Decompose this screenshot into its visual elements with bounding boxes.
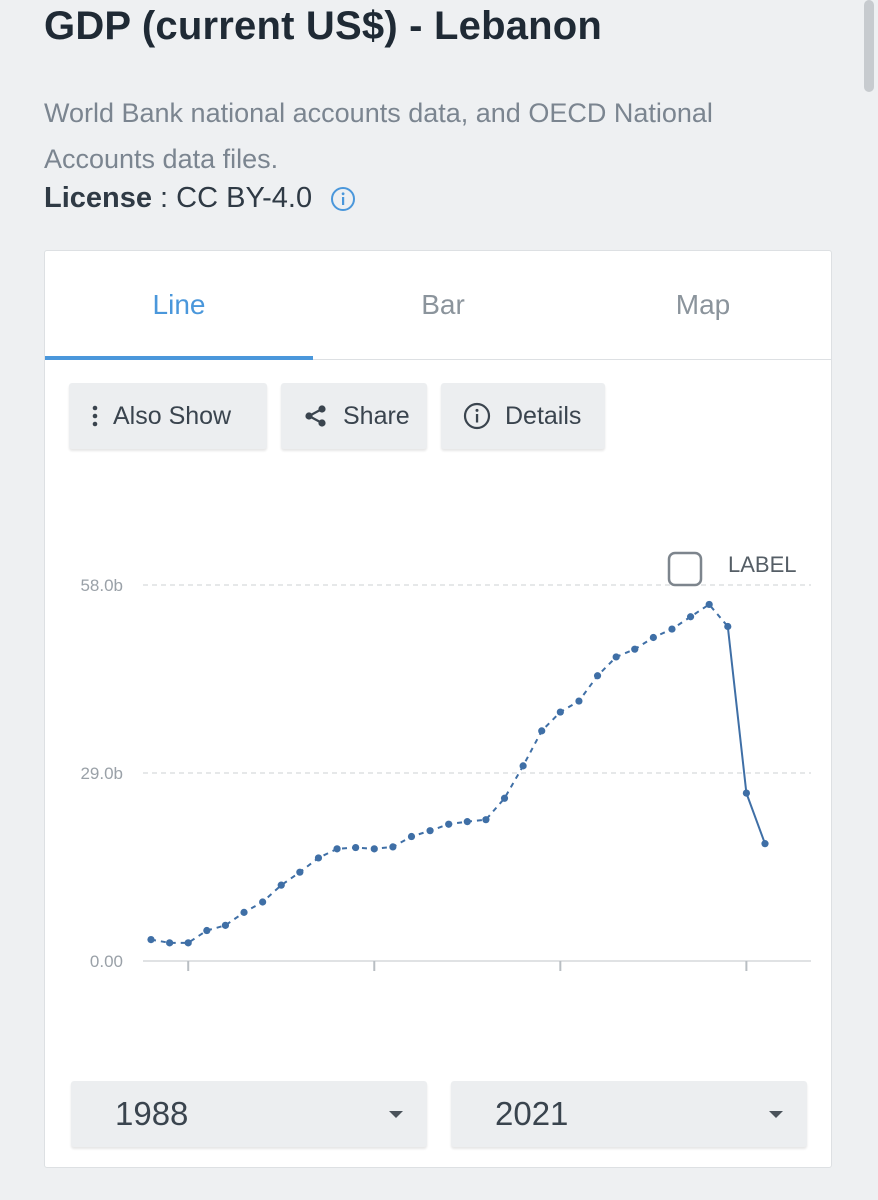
data-point (352, 843, 360, 852)
data-point (649, 633, 657, 642)
y-tick-label: 58.0b (80, 576, 123, 595)
y-tick-label: 29.0b (80, 764, 123, 783)
chevron-down-icon (769, 1111, 783, 1118)
data-point (221, 921, 230, 929)
series-line-solid (726, 626, 766, 845)
data-point (742, 789, 750, 797)
data-point (556, 708, 564, 716)
data-point (184, 939, 192, 947)
page-title: GDP (current US$) - Lebanon (44, 4, 603, 48)
line-chart: 0.00 29.0b 58.0b LABEL (80, 551, 811, 971)
chart-card: Line Bar Map Also Show Share Details 0.0… (44, 250, 832, 1168)
license-row: License : CC BY-4.0 (44, 182, 356, 215)
data-point (631, 645, 639, 653)
data-point (463, 818, 471, 826)
license-label: License (44, 182, 152, 214)
data-point (166, 939, 174, 947)
data-point (296, 868, 304, 876)
license-value: CC BY-4.0 (176, 182, 313, 214)
label-toggle[interactable]: LABEL (667, 551, 797, 587)
data-point (575, 697, 583, 705)
end-year-select[interactable]: 2021 (451, 1081, 807, 1147)
data-point (370, 845, 378, 853)
data-point (705, 600, 713, 609)
data-point (333, 845, 341, 853)
label-toggle-text: LABEL (728, 552, 797, 577)
data-point (389, 843, 397, 851)
data-point (314, 854, 323, 862)
data-point (761, 840, 769, 848)
data-point (240, 908, 248, 916)
data-point (426, 827, 434, 835)
data-point (445, 820, 453, 828)
data-point (500, 794, 509, 802)
data-point (259, 898, 267, 906)
data-point (538, 727, 546, 735)
start-year-value: 1988 (115, 1095, 189, 1132)
end-year-value: 2021 (495, 1095, 569, 1132)
page-scrollbar[interactable] (864, 0, 874, 92)
data-point (724, 622, 732, 631)
start-year-select[interactable]: 1988 (71, 1081, 427, 1147)
data-point (686, 613, 695, 621)
y-tick-label: 0.00 (90, 952, 123, 971)
data-point (668, 625, 676, 633)
label-checkbox[interactable] (667, 551, 703, 587)
data-source-text: World Bank national accounts data, and O… (44, 98, 713, 174)
info-icon[interactable] (330, 186, 356, 212)
data-point (277, 881, 285, 889)
license-separator: : (152, 182, 177, 214)
data-point (519, 762, 527, 770)
data-point (482, 816, 490, 824)
data-point (612, 653, 620, 661)
data-point (593, 672, 602, 680)
chevron-down-icon (389, 1111, 403, 1118)
data-point (147, 936, 155, 944)
data-point (203, 926, 211, 935)
data-point (407, 832, 416, 841)
